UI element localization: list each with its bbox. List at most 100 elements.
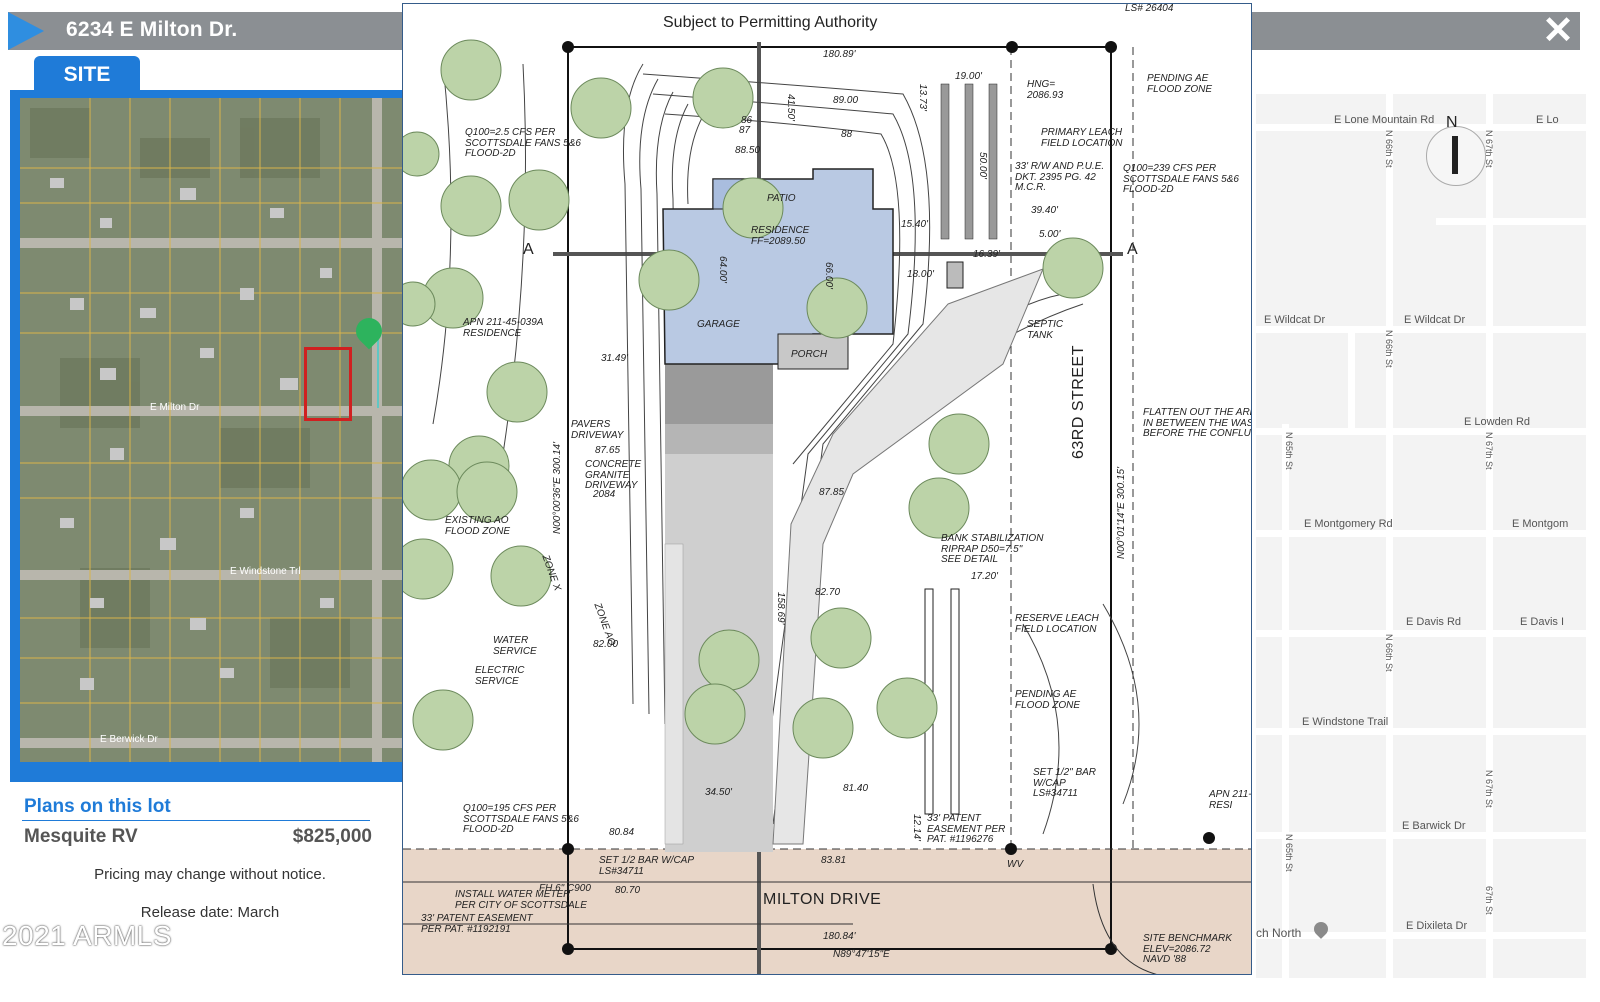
- plan-label: 33' PATENT EASEMENT PER PAT. #1196276: [927, 813, 1006, 845]
- plan-label: BANK STABILIZATION RIPRAP D50=7.5" SEE D…: [941, 533, 1044, 565]
- plan-elevation: 87: [739, 125, 751, 136]
- plan-label: SEPTIC TANK: [1027, 319, 1064, 341]
- plan-label: PRIMARY LEACH FIELD LOCATION: [1041, 127, 1123, 149]
- plan-elevation: 82.70: [815, 587, 841, 598]
- street-south-label: MILTON DRIVE: [763, 891, 882, 908]
- compass-label: N: [1446, 114, 1458, 131]
- copyright-watermark: 2021 ARMLS: [2, 920, 172, 951]
- street-east-label: 63RD STREET: [1070, 345, 1087, 459]
- plan-dimension: 19.00': [955, 71, 982, 82]
- plan-label: RESIDENCE FF=2089.50: [751, 225, 810, 247]
- plan-label: Q100=239 CFS PER SCOTTSDALE FANS 5&6 FLO…: [1123, 163, 1239, 195]
- plan-elevation: 87.85: [819, 487, 845, 498]
- plan-label: FLATTEN OUT THE AREA IN BETWEEN THE WASH…: [1143, 407, 1251, 439]
- plan-label: 33' R/W AND P.U.E. DKT. 2395 PG. 42 M.C.…: [1015, 161, 1105, 193]
- map-road-label: E Davis Rd: [1406, 616, 1462, 628]
- plan-dimension: 180.89': [823, 49, 856, 60]
- plan-label: RESERVE LEACH FIELD LOCATION: [1015, 613, 1099, 635]
- map-road-label: E Lone Mountain Rd: [1334, 114, 1435, 126]
- aerial-map-graphic: [20, 98, 406, 762]
- aerial-street-label-2: E Windstone Trl: [230, 566, 301, 577]
- plan-label: PATIO: [767, 193, 796, 204]
- map-road-label: E Lo: [1536, 114, 1559, 126]
- plan-dimension: 13.73': [917, 84, 928, 111]
- close-x-icon[interactable]: ✕: [1538, 12, 1578, 50]
- plan-label: FH 6" C900: [539, 883, 591, 894]
- aerial-street-label: E Milton Dr: [150, 402, 200, 413]
- plan-dimension: 15.40': [901, 219, 928, 230]
- header-arrow-icon: [8, 12, 44, 50]
- plan-elevation: 2084: [593, 489, 616, 500]
- plan-name[interactable]: Mesquite RV: [24, 826, 138, 848]
- release-date: Release date: March: [140, 904, 280, 921]
- map-road-label-v: 67th St: [1484, 886, 1494, 915]
- plan-dimension: 50.00': [977, 152, 988, 179]
- plan-label: HNG= 2086.93: [1027, 79, 1064, 101]
- plan-header: Subject to Permitting Authority: [663, 14, 878, 31]
- map-road-label-v: N 66th St: [1384, 330, 1394, 368]
- map-road-label-v: N 67th St: [1484, 432, 1494, 470]
- map-road-label: E Montgomery Rd: [1304, 518, 1393, 530]
- plan-price: $825,000: [292, 826, 372, 847]
- plan-label: SET 1/2 BAR W/CAP LS#34711: [599, 855, 695, 877]
- map-road-label: E Windstone Trail: [1302, 716, 1389, 728]
- plan-label: 33' PATENT EASEMENT PER PAT. #1192191: [421, 913, 533, 935]
- plans-title: Plans on this lot: [24, 796, 171, 817]
- plan-elevation: 88.50: [735, 145, 761, 156]
- plan-elevation: 86: [741, 115, 753, 126]
- plan-bearing: N00°00'36"E 300.14': [552, 442, 563, 534]
- aerial-photo[interactable]: E Milton Dr E Windstone Trl E Berwick Dr: [20, 98, 406, 762]
- plan-label: APN 211- RESI: [1209, 789, 1252, 811]
- map-road-label-v: N 66th St: [1384, 634, 1394, 672]
- plan-label: LS# 26404: [1125, 3, 1174, 14]
- pricing-note: Pricing may change without notice.: [94, 866, 326, 883]
- plan-label: SET 1/2" BAR W/CAP LS#34711: [1033, 767, 1097, 799]
- plan-dimension: 66.00': [823, 262, 834, 289]
- plan-label: GARAGE: [697, 319, 740, 330]
- map-place-label: ch North: [1256, 926, 1302, 940]
- map-road-label: E Davis I: [1520, 616, 1565, 628]
- map-road-label: E Lowden Rd: [1464, 416, 1531, 428]
- map-road-label-v: N 65th St: [1284, 432, 1294, 470]
- selected-lot-marker: [304, 347, 352, 421]
- map-road-label: E Wildcat Dr: [1404, 314, 1466, 326]
- plan-dimension: 41.50': [785, 94, 796, 121]
- map-road-label-v: N 67th St: [1484, 770, 1494, 808]
- plan-dimension: 18.00': [907, 269, 934, 280]
- plan-label: SITE BENCHMARK ELEV=2086.72 NAVD '88: [1143, 933, 1232, 965]
- property-address: 6234 E Milton Dr.: [66, 18, 238, 41]
- street-map[interactable]: E Lone Mountain Rd E Lo E Wildcat Dr E W…: [1256, 94, 1586, 978]
- plan-dimension: 17.20': [971, 571, 998, 582]
- section-a-east: A: [1127, 241, 1138, 258]
- plan-label: PENDING AE FLOOD ZONE: [1015, 689, 1081, 711]
- plan-bearing: N00°01'14"E 300.15': [1116, 467, 1127, 559]
- tab-site[interactable]: SITE: [34, 56, 140, 92]
- plan-elevation: 80.70: [615, 885, 641, 896]
- map-road-label: E Dixileta Dr: [1406, 920, 1468, 932]
- plan-elevation: 87.65: [595, 445, 621, 456]
- plan-label: WV: [1007, 859, 1024, 870]
- plan-dimension: 5.00': [1039, 229, 1061, 240]
- plans-divider: [22, 820, 370, 821]
- plan-label: PORCH: [791, 349, 828, 360]
- plan-label: PENDING AE FLOOD ZONE: [1147, 73, 1213, 95]
- plan-label: EXISTING AO FLOOD ZONE: [445, 515, 511, 537]
- compass-needle-icon: [1452, 136, 1458, 174]
- plan-label: CONCRETE GRANITE DRIVEWAY: [585, 459, 642, 491]
- plan-elevation: 89.00: [833, 95, 859, 106]
- plan-dimension: 180.84': [823, 931, 856, 942]
- plan-dimension: 16.39': [973, 249, 1000, 260]
- map-road-label: E Montgom: [1512, 518, 1569, 530]
- plan-dimension: 12.14': [911, 814, 922, 841]
- plan-dimension: 31.49': [601, 353, 628, 364]
- plan-dimension: 64.00': [717, 256, 728, 283]
- plan-label: WATER SERVICE: [493, 635, 537, 657]
- plan-label: PAVERS DRIVEWAY: [571, 419, 624, 441]
- plan-elevation: 83.81: [821, 855, 847, 866]
- map-road-label-v: N 67th St: [1484, 130, 1494, 168]
- site-plan-drawing[interactable]: Subject to Permitting Authority MILTON D…: [402, 3, 1252, 975]
- plan-dimension: 34.50': [705, 787, 732, 798]
- map-road-label-v: N 65th St: [1284, 834, 1294, 872]
- plan-label: Q100=2.5 CFS PER SCOTTSDALE FANS 5&6 FLO…: [465, 127, 581, 159]
- section-a-west: A: [523, 241, 534, 258]
